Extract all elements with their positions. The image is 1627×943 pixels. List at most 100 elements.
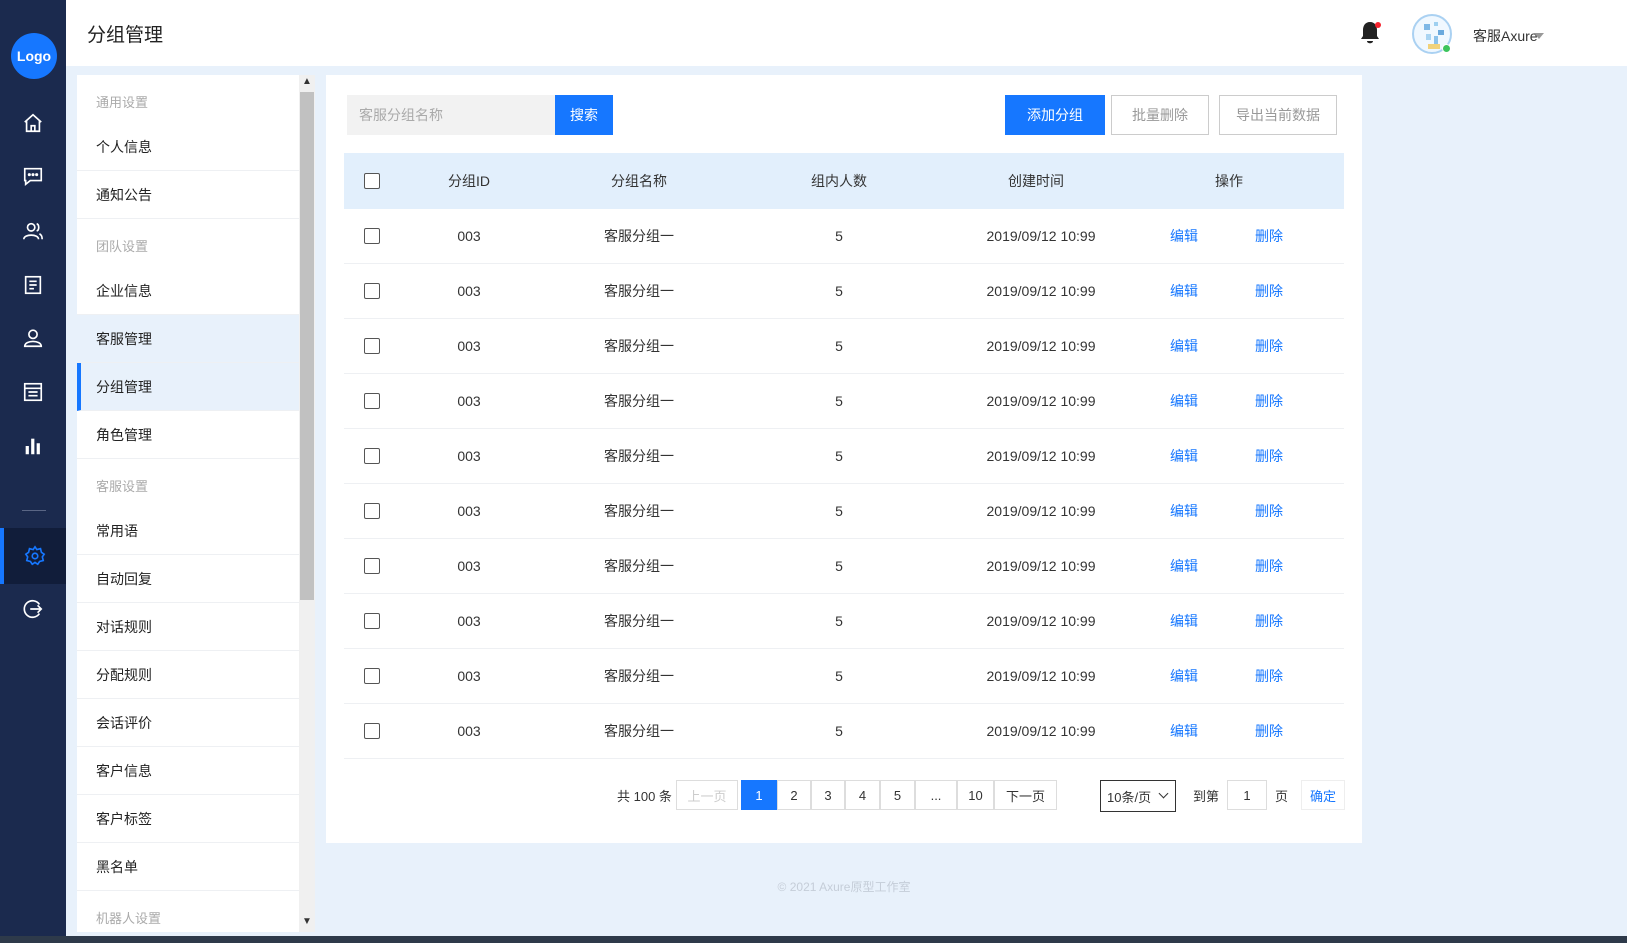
row-checkbox[interactable] [364,283,380,299]
delete-link[interactable]: 删除 [1244,264,1294,318]
cell-created: 2019/09/12 10:99 [986,613,1096,629]
export-button[interactable]: 导出当前数据 [1219,95,1337,135]
message-icon[interactable] [0,148,66,204]
select-all-cell [344,153,400,209]
goto-label: 到第 [1193,789,1220,804]
cell-count: 5 [835,338,843,354]
settings-icon[interactable] [0,528,66,584]
caret-down-icon[interactable] [1534,33,1544,39]
page-size-select[interactable]: 10条/页 [1100,780,1176,812]
user-name[interactable]: 客服Axure [1473,26,1538,46]
scrollbar-thumb[interactable] [300,92,314,600]
page-3-button[interactable]: 3 [811,780,845,810]
cell-count: 5 [835,558,843,574]
rail-divider [22,510,46,511]
row-checkbox-cell [344,594,400,648]
cell-count: 5 [835,613,843,629]
sidebar-item-company[interactable]: 企业信息 [77,267,299,315]
prev-page-button[interactable]: 上一页 [676,780,738,810]
row-checkbox[interactable] [364,393,380,409]
page-1-button[interactable]: 1 [741,780,777,810]
page-size-value: 10条/页 [1107,789,1152,805]
delete-link[interactable]: 删除 [1244,429,1294,483]
edit-link[interactable]: 编辑 [1159,484,1209,538]
page-2-button[interactable]: 2 [777,780,811,810]
table-row: 003 客服分组一 5 2019/09/12 10:99 编辑 删除 [344,374,1344,429]
delete-link[interactable]: 删除 [1244,209,1294,263]
cell-created: 2019/09/12 10:99 [986,723,1096,739]
chart-icon[interactable] [0,418,66,474]
row-checkbox-cell [344,649,400,703]
header-name: 分组名称 [611,173,667,189]
edit-link[interactable]: 编辑 [1159,374,1209,428]
cell-id: 003 [457,723,481,739]
row-checkbox[interactable] [364,338,380,354]
add-group-button[interactable]: 添加分组 [1005,95,1105,135]
select-all-checkbox[interactable] [364,173,380,189]
edit-link[interactable]: 编辑 [1159,594,1209,648]
delete-link[interactable]: 删除 [1244,484,1294,538]
row-checkbox[interactable] [364,503,380,519]
page-10-button[interactable]: 10 [957,780,994,810]
sidebar-item-customer-tags[interactable]: 客户标签 [77,795,299,843]
settings-sidebar: 通用设置 个人信息 通知公告 团队设置 企业信息 客服管理 分组管理 角色管理 … [77,75,299,932]
row-checkbox[interactable] [364,558,380,574]
cell-id: 003 [457,448,481,464]
logout-icon[interactable] [0,581,66,637]
sidebar-item-autoreply[interactable]: 自动回复 [77,555,299,603]
sidebar-item-assign-rules[interactable]: 分配规则 [77,651,299,699]
delete-link[interactable]: 删除 [1244,319,1294,373]
cell-name: 客服分组一 [604,668,674,684]
table-header: 分组ID 分组名称 组内人数 创建时间 操作 [344,153,1344,209]
delete-link[interactable]: 删除 [1244,704,1294,758]
next-page-button[interactable]: 下一页 [994,780,1057,810]
row-checkbox[interactable] [364,613,380,629]
sidebar-item-roles[interactable]: 角色管理 [77,411,299,459]
cell-name: 客服分组一 [604,338,674,354]
sidebar-item-rating[interactable]: 会话评价 [77,699,299,747]
delete-link[interactable]: 删除 [1244,539,1294,593]
cell-created: 2019/09/12 10:99 [986,283,1096,299]
sidebar-item-customer-info[interactable]: 客户信息 [77,747,299,795]
users-icon[interactable] [0,203,66,259]
sidebar-item-profile[interactable]: 个人信息 [77,123,299,171]
delete-link[interactable]: 删除 [1244,594,1294,648]
sidebar-item-agents[interactable]: 客服管理 [77,315,299,363]
edit-link[interactable]: 编辑 [1159,649,1209,703]
sidebar-item-dialog-rules[interactable]: 对话规则 [77,603,299,651]
edit-link[interactable]: 编辑 [1159,704,1209,758]
scroll-up-icon[interactable]: ▲ [302,76,312,87]
scroll-down-icon[interactable]: ▼ [302,916,312,927]
row-checkbox[interactable] [364,448,380,464]
delete-link[interactable]: 删除 [1244,649,1294,703]
document-icon[interactable] [0,257,66,313]
page-5-button[interactable]: 5 [880,780,915,810]
search-button[interactable]: 搜索 [555,95,613,135]
goto-page-input[interactable]: 1 [1227,780,1267,810]
sidebar-item-groups[interactable]: 分组管理 [77,363,299,411]
list-icon[interactable] [0,364,66,420]
edit-link[interactable]: 编辑 [1159,429,1209,483]
sidebar-item-blacklist[interactable]: 黑名单 [77,843,299,891]
edit-link[interactable]: 编辑 [1159,264,1209,318]
row-checkbox[interactable] [364,723,380,739]
page-ellipsis[interactable]: ... [915,780,957,810]
edit-link[interactable]: 编辑 [1159,209,1209,263]
online-status-dot [1442,44,1451,53]
search-input[interactable] [347,95,555,135]
edit-link[interactable]: 编辑 [1159,319,1209,373]
home-icon[interactable] [0,95,66,151]
cell-id: 003 [457,668,481,684]
sidebar-item-notice[interactable]: 通知公告 [77,171,299,219]
page-4-button[interactable]: 4 [845,780,880,810]
nav-rail: Logo [0,0,66,943]
cell-name: 客服分组一 [604,558,674,574]
sidebar-item-phrases[interactable]: 常用语 [77,507,299,555]
row-checkbox[interactable] [364,668,380,684]
row-checkbox[interactable] [364,228,380,244]
goto-confirm-button[interactable]: 确定 [1301,780,1345,810]
user-icon[interactable] [0,310,66,366]
delete-link[interactable]: 删除 [1244,374,1294,428]
batch-delete-button[interactable]: 批量删除 [1111,95,1209,135]
edit-link[interactable]: 编辑 [1159,539,1209,593]
